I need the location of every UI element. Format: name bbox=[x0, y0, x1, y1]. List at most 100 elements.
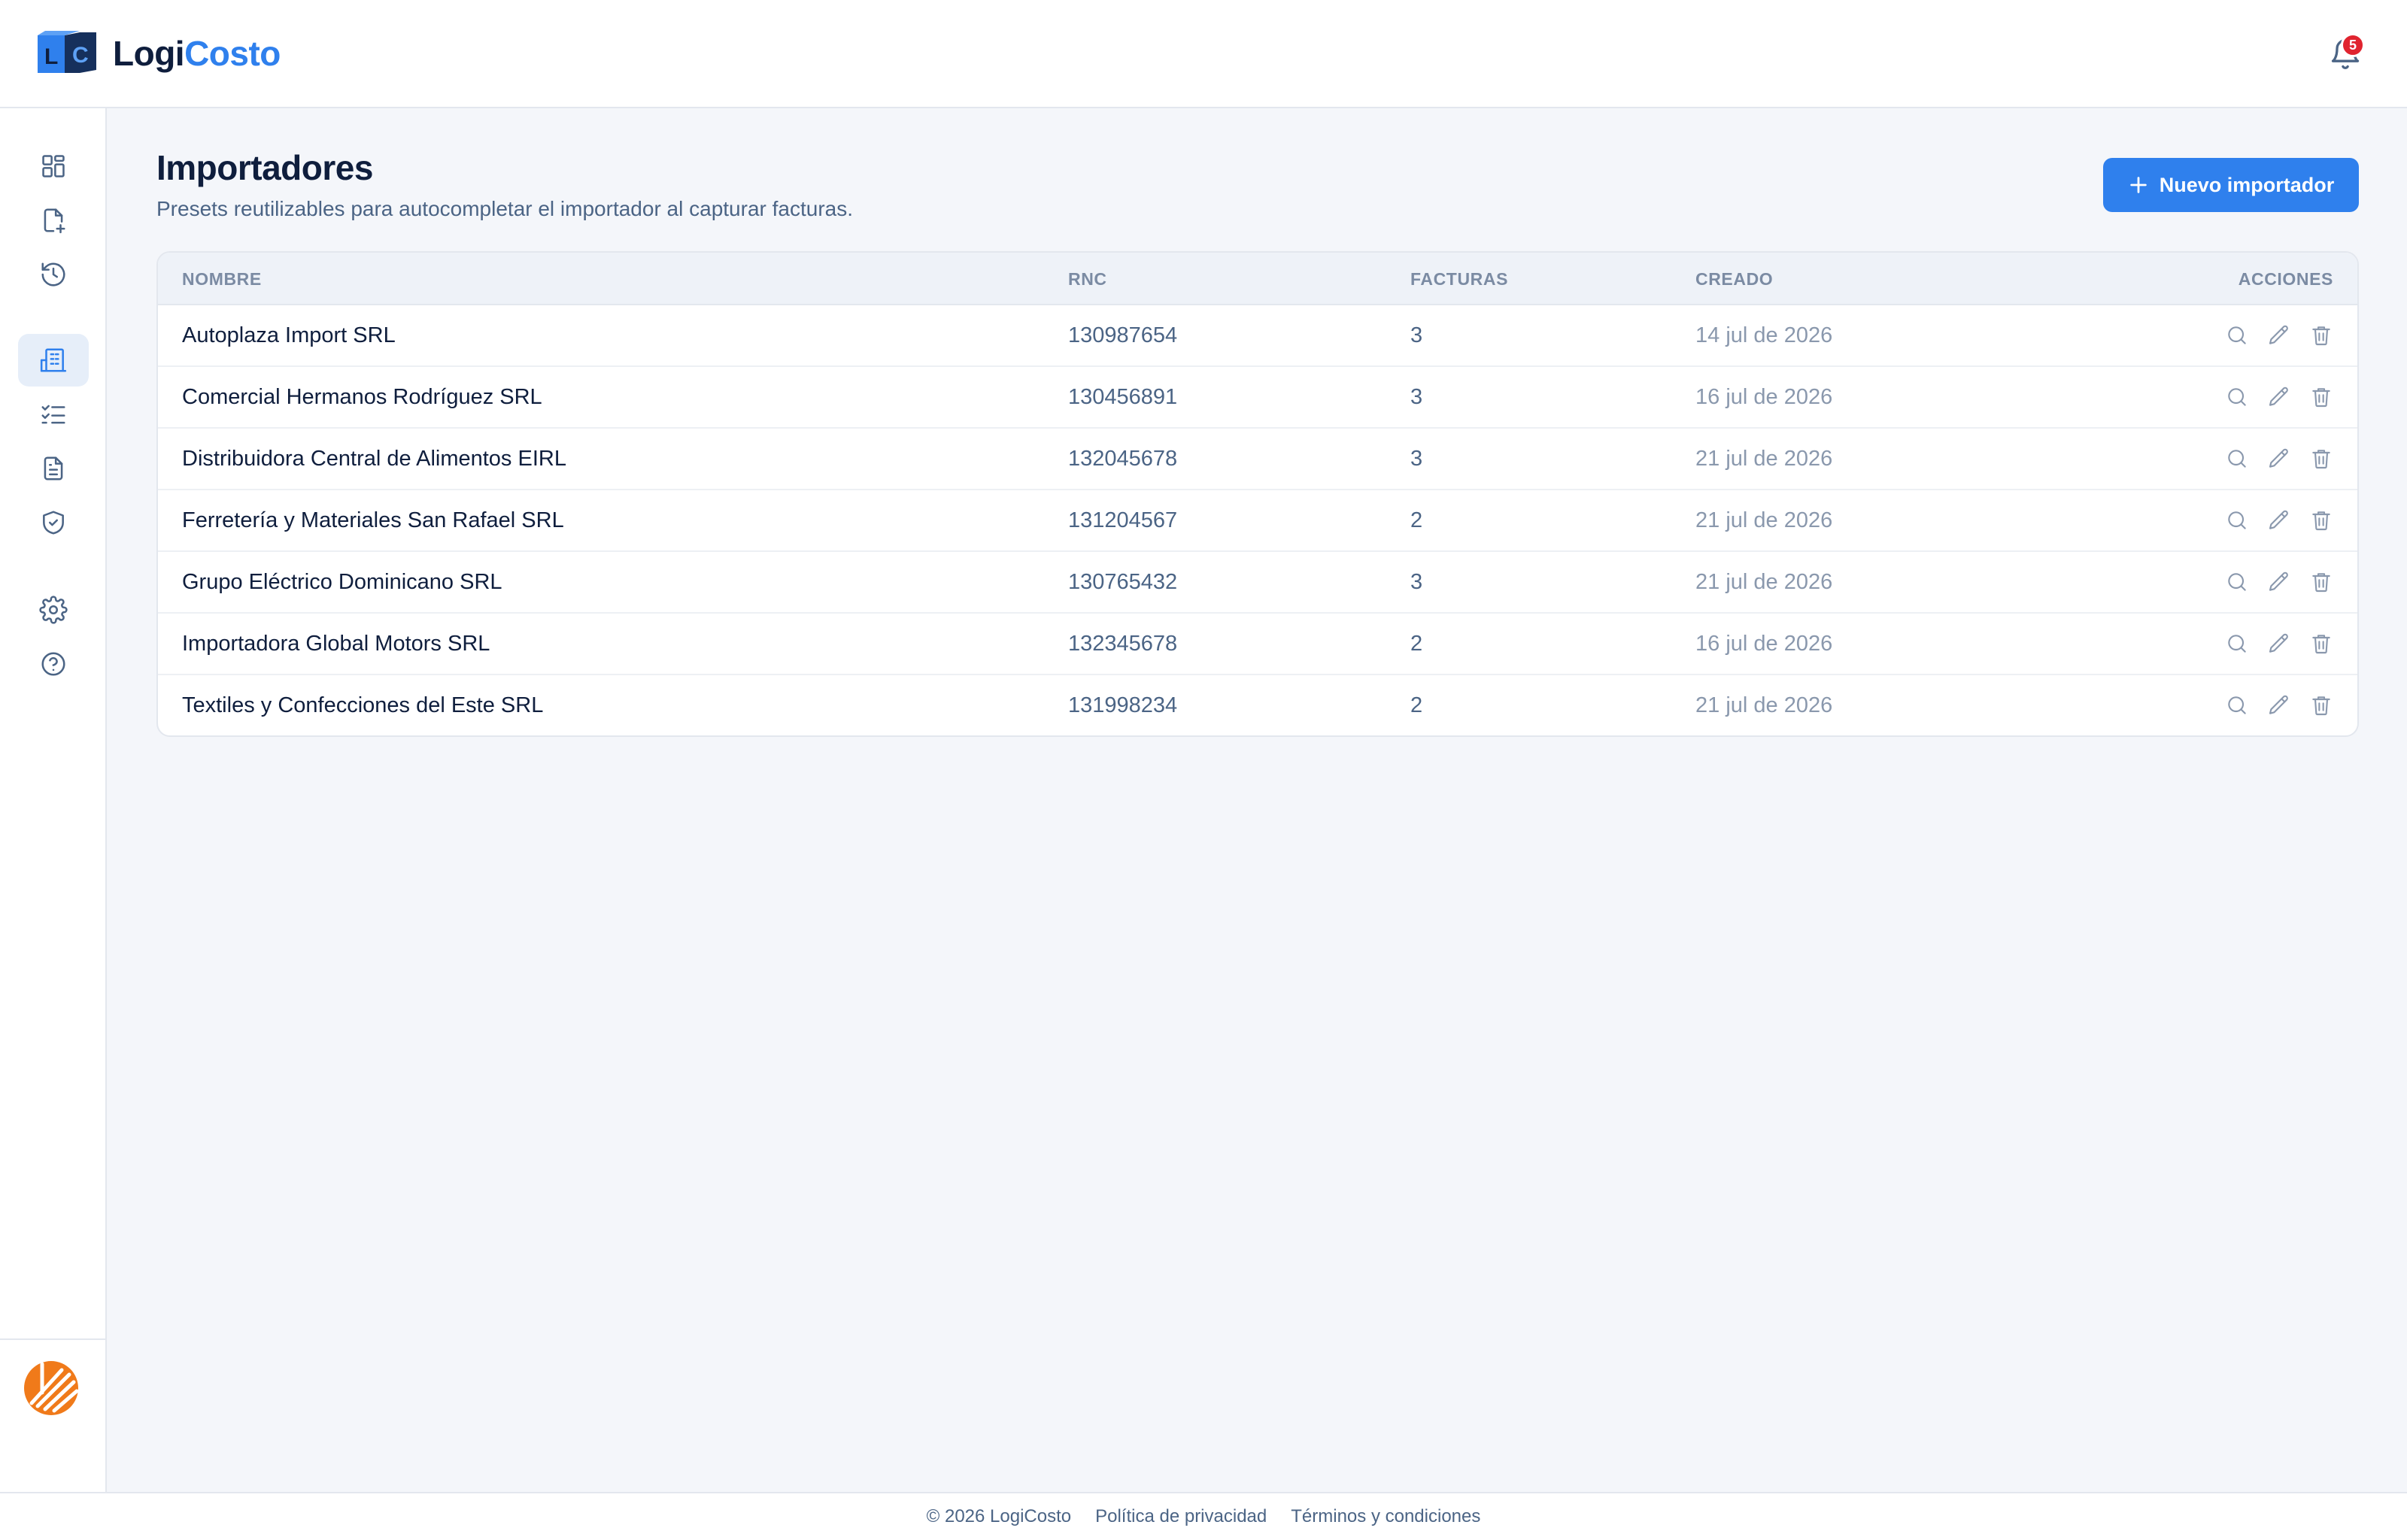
table-row[interactable]: Autoplaza Import SRL 130987654 3 14 jul de … bbox=[158, 305, 2357, 367]
importer-invoice-count: 3 bbox=[1410, 384, 1423, 409]
column-header-actions: ACCIONES bbox=[2238, 268, 2333, 289]
table-row[interactable]: Grupo Eléctrico Dominicano SRL 130765432 3… bbox=[158, 552, 2357, 614]
sidebar-item-tasks[interactable] bbox=[18, 388, 89, 441]
shield-check-icon bbox=[43, 511, 64, 535]
importer-created-date: 21 jul de 2026 bbox=[1695, 508, 1833, 532]
gear-icon bbox=[39, 596, 68, 624]
row-actions bbox=[2207, 429, 2333, 489]
edit-icon[interactable] bbox=[2267, 385, 2291, 409]
sidebar-item-reports[interactable] bbox=[18, 442, 89, 495]
importer-invoice-count: 3 bbox=[1410, 446, 1423, 471]
brand-name-part2: Costo bbox=[184, 34, 281, 73]
importer-rnc: 131204567 bbox=[1068, 508, 1178, 532]
company-logo-icon[interactable] bbox=[23, 1360, 80, 1417]
brand-name: LogiCosto bbox=[113, 33, 281, 74]
importer-invoice-count: 2 bbox=[1410, 631, 1423, 656]
importer-rnc: 130765432 bbox=[1068, 569, 1178, 594]
sidebar-item-new-invoice[interactable] bbox=[18, 194, 89, 247]
view-icon[interactable] bbox=[2225, 632, 2249, 656]
row-actions bbox=[2207, 614, 2333, 674]
view-icon[interactable] bbox=[2225, 447, 2249, 471]
edit-icon[interactable] bbox=[2267, 632, 2291, 656]
top-header: L C LogiCosto 5 bbox=[0, 0, 2407, 108]
importer-name: Ferretería y Materiales San Rafael SRL bbox=[182, 508, 564, 532]
edit-icon[interactable] bbox=[2267, 570, 2291, 594]
view-icon[interactable] bbox=[2225, 508, 2249, 532]
importer-created-date: 16 jul de 2026 bbox=[1695, 384, 1833, 409]
sidebar-divider bbox=[0, 1338, 105, 1340]
column-header-name[interactable]: NOMBRE bbox=[182, 253, 262, 305]
new-importer-button[interactable]: Nuevo importador bbox=[2103, 158, 2359, 212]
logo-letter-l: L bbox=[44, 44, 58, 69]
importer-name: Autoplaza Import SRL bbox=[182, 323, 396, 347]
document-icon bbox=[44, 456, 63, 480]
importer-rnc: 130456891 bbox=[1068, 384, 1178, 409]
table-row[interactable]: Distribuidora Central de Alimentos EIRL 1… bbox=[158, 429, 2357, 490]
importer-rnc: 132345678 bbox=[1068, 631, 1178, 656]
sidebar-item-importers[interactable] bbox=[18, 334, 89, 387]
delete-icon[interactable] bbox=[2309, 693, 2333, 717]
importer-invoice-count: 3 bbox=[1410, 569, 1423, 594]
table-row[interactable]: Importadora Global Motors SRL 132345678 2 1… bbox=[158, 614, 2357, 675]
view-icon[interactable] bbox=[2225, 385, 2249, 409]
view-icon[interactable] bbox=[2225, 570, 2249, 594]
importer-invoice-count: 2 bbox=[1410, 508, 1423, 532]
importer-created-date: 16 jul de 2026 bbox=[1695, 631, 1833, 656]
checklist-icon bbox=[41, 405, 65, 424]
sidebar-item-security[interactable] bbox=[18, 496, 89, 549]
importer-rnc: 131998234 bbox=[1068, 693, 1178, 717]
edit-icon[interactable] bbox=[2267, 508, 2291, 532]
brand[interactable]: L C LogiCosto bbox=[35, 31, 281, 76]
importer-rnc: 130987654 bbox=[1068, 323, 1178, 347]
importer-created-date: 21 jul de 2026 bbox=[1695, 446, 1833, 471]
importer-created-date: 14 jul de 2026 bbox=[1695, 323, 1833, 347]
sidebar-item-history[interactable] bbox=[18, 248, 89, 301]
edit-icon[interactable] bbox=[2267, 447, 2291, 471]
delete-icon[interactable] bbox=[2309, 447, 2333, 471]
view-icon[interactable] bbox=[2225, 323, 2249, 347]
footer: © 2026 LogiCosto Política de privacidad … bbox=[0, 1492, 2407, 1540]
sidebar-item-dashboard[interactable] bbox=[18, 140, 89, 192]
importer-name: Importadora Global Motors SRL bbox=[182, 631, 490, 656]
delete-icon[interactable] bbox=[2309, 508, 2333, 532]
edit-icon[interactable] bbox=[2267, 323, 2291, 347]
importer-created-date: 21 jul de 2026 bbox=[1695, 693, 1833, 717]
table-body: Autoplaza Import SRL 130987654 3 14 jul de … bbox=[158, 305, 2357, 735]
table-row[interactable]: Comercial Hermanos Rodríguez SRL 13045689… bbox=[158, 367, 2357, 429]
row-actions bbox=[2207, 675, 2333, 735]
importer-name: Comercial Hermanos Rodríguez SRL bbox=[182, 384, 542, 409]
logo-letter-c: C bbox=[72, 43, 89, 68]
sidebar-item-help[interactable] bbox=[18, 638, 89, 690]
sidebar-item-settings[interactable] bbox=[18, 584, 89, 636]
terms-link[interactable]: Términos y condiciones bbox=[1291, 1506, 1480, 1527]
importer-created-date: 21 jul de 2026 bbox=[1695, 569, 1833, 594]
new-importer-label: Nuevo importador bbox=[2159, 173, 2335, 196]
page-subtitle: Presets reutilizables para autocompletar… bbox=[156, 197, 853, 220]
delete-icon[interactable] bbox=[2309, 385, 2333, 409]
delete-icon[interactable] bbox=[2309, 632, 2333, 656]
row-actions bbox=[2207, 490, 2333, 550]
brand-name-part1: Logi bbox=[113, 34, 185, 73]
column-header-rnc[interactable]: RNC bbox=[1068, 253, 1107, 305]
importer-invoice-count: 3 bbox=[1410, 323, 1423, 347]
dashboard-icon bbox=[42, 155, 65, 177]
delete-icon[interactable] bbox=[2309, 323, 2333, 347]
file-plus-icon bbox=[44, 208, 65, 234]
importers-table: NOMBRE RNC FACTURAS CREADO ACCIONES Auto… bbox=[156, 251, 2359, 737]
importer-name: Grupo Eléctrico Dominicano SRL bbox=[182, 569, 502, 594]
notification-badge: 5 bbox=[2341, 33, 2365, 57]
column-header-created[interactable]: CREADO bbox=[1695, 253, 1773, 305]
history-icon bbox=[41, 262, 65, 286]
help-icon bbox=[41, 652, 65, 676]
table-row[interactable]: Ferretería y Materiales San Rafael SRL 13… bbox=[158, 490, 2357, 552]
sidebar bbox=[0, 108, 107, 1492]
table-row[interactable]: Textiles y Confecciones del Este SRL 1319… bbox=[158, 675, 2357, 735]
column-header-invoices[interactable]: FACTURAS bbox=[1410, 253, 1508, 305]
view-icon[interactable] bbox=[2225, 693, 2249, 717]
edit-icon[interactable] bbox=[2267, 693, 2291, 717]
privacy-link[interactable]: Política de privacidad bbox=[1095, 1506, 1267, 1527]
logicosto-logo-icon: L C bbox=[38, 31, 96, 73]
delete-icon[interactable] bbox=[2309, 570, 2333, 594]
importer-invoice-count: 2 bbox=[1410, 693, 1423, 717]
page-title: Importadores bbox=[156, 148, 373, 187]
